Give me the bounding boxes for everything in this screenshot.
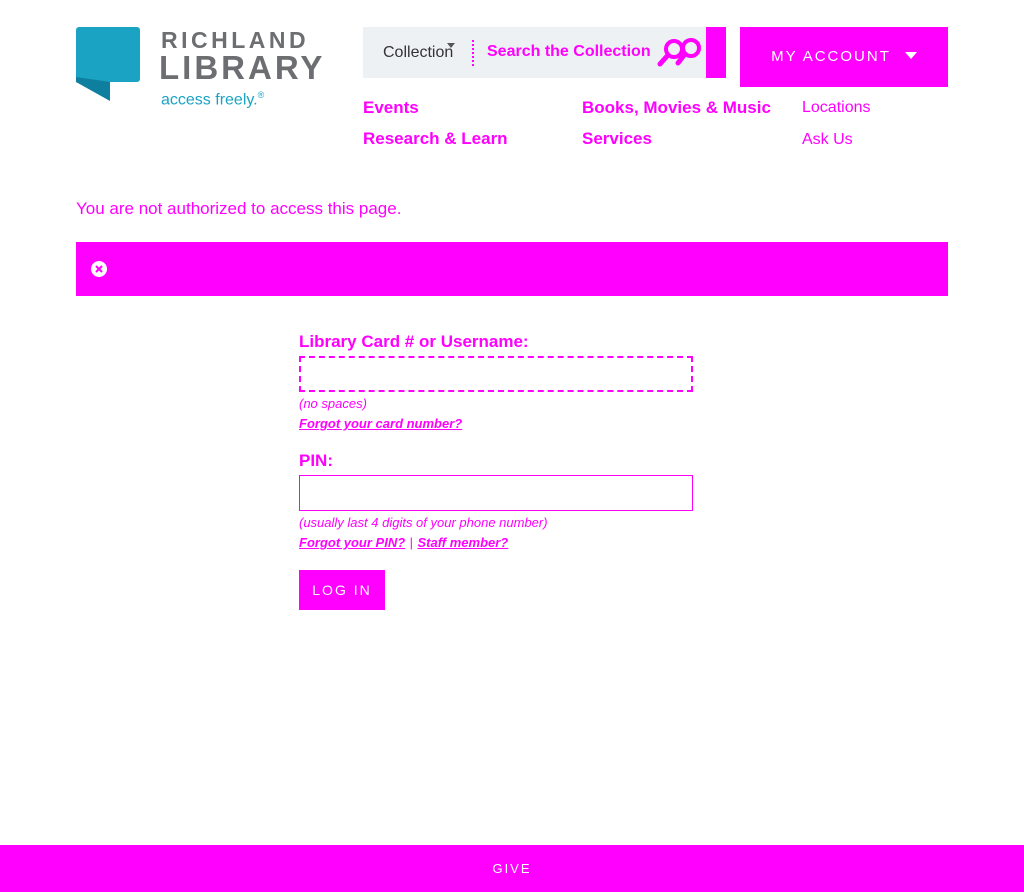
pin-hint: (usually last 4 digits of your phone num…	[299, 515, 548, 530]
staff-member-link[interactable]: Staff member?	[417, 535, 508, 550]
auth-notice: You are not authorized to access this pa…	[76, 199, 402, 218]
library-logo[interactable]: RICHLAND LIBRARY access freely.®	[76, 27, 326, 117]
nav-services[interactable]: Services	[582, 129, 652, 149]
nav-locations[interactable]: Locations	[802, 99, 871, 117]
nav-events[interactable]: Events	[363, 98, 419, 118]
search-divider	[472, 40, 474, 66]
close-circle-icon[interactable]	[91, 261, 107, 277]
username-label: Library Card # or Username:	[299, 332, 529, 351]
nav-research-learn[interactable]: Research & Learn	[363, 129, 508, 149]
forgot-card-link[interactable]: Forgot your card number?	[299, 416, 462, 431]
username-field[interactable]	[299, 356, 693, 392]
collection-search: Collection	[363, 27, 726, 78]
pin-label: PIN:	[299, 451, 333, 470]
pin-field[interactable]	[299, 475, 693, 511]
logo-name-line2: LIBRARY	[159, 49, 326, 86]
login-form: Library Card # or Username: (no spaces) …	[299, 332, 699, 610]
logo-speech-bubble-icon	[76, 27, 140, 101]
chevron-down-icon	[447, 43, 456, 49]
search-scope-select[interactable]: Collection	[383, 43, 456, 62]
search-submit-button[interactable]	[706, 27, 726, 78]
my-account-button[interactable]: MY ACCOUNT	[740, 27, 948, 87]
username-hint: (no spaces)	[299, 396, 367, 411]
give-button[interactable]: GIVE	[0, 845, 1024, 892]
forgot-pin-link[interactable]: Forgot your PIN?	[299, 535, 405, 550]
alert-bar	[76, 242, 948, 296]
search-icon[interactable]	[657, 37, 707, 69]
caret-down-icon	[904, 51, 917, 59]
login-button[interactable]: LOG IN	[299, 570, 385, 610]
nav-ask-us[interactable]: Ask Us	[802, 131, 853, 149]
search-input[interactable]	[487, 37, 657, 67]
link-separator: |	[409, 535, 414, 550]
nav-books-movies-music[interactable]: Books, Movies & Music	[582, 98, 771, 118]
logo-tagline: access freely.®	[161, 90, 265, 109]
